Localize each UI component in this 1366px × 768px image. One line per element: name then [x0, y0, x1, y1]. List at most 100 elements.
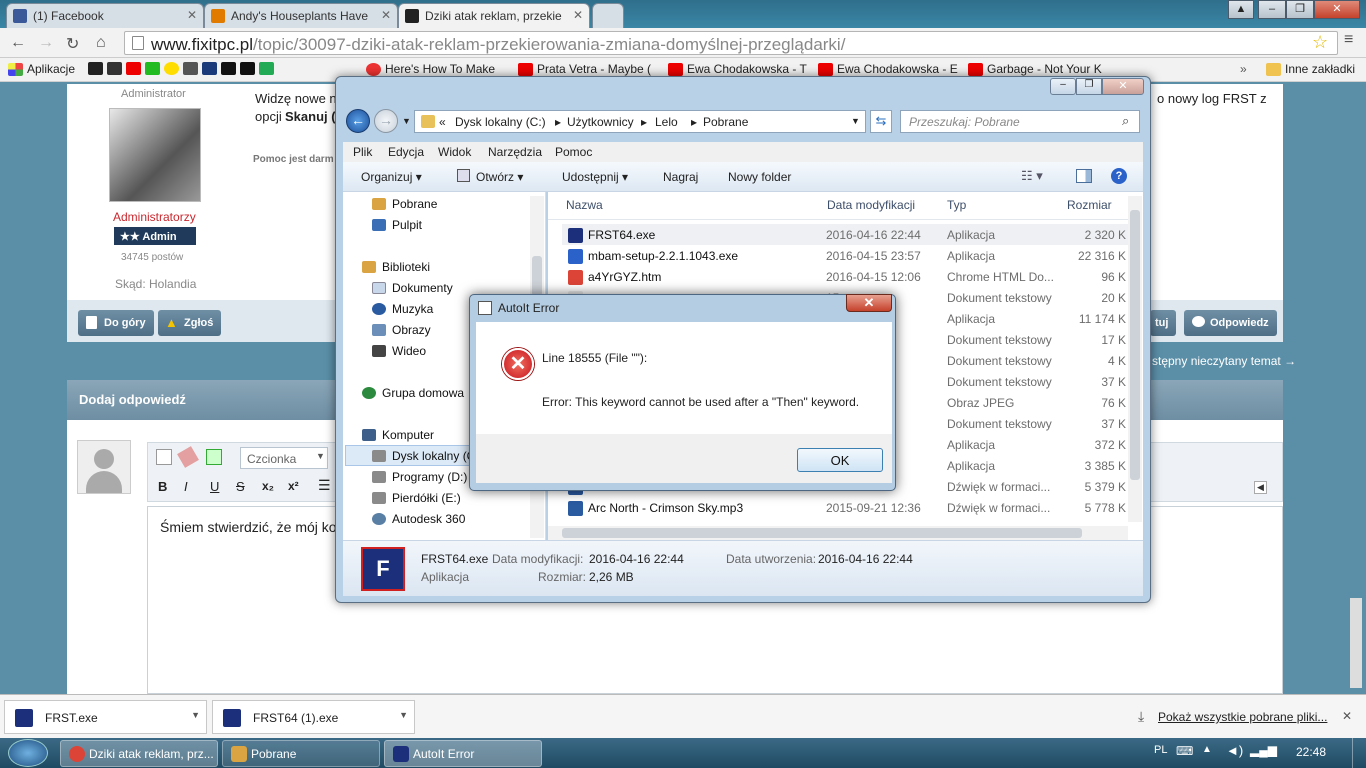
nav-scroll-thumb[interactable] — [532, 256, 542, 296]
collapse-left-icon[interactable]: ◀ — [1254, 481, 1267, 494]
reload-icon[interactable]: ↻ — [66, 34, 79, 54]
column-size[interactable]: Rozmiar — [1067, 198, 1112, 212]
file-row[interactable]: Arc North - Crimson Sky.mp3 2015-09-21 12… — [560, 497, 1130, 518]
bookmark-item[interactable]: Ewa Chodakowska - E — [818, 62, 958, 76]
other-bookmarks[interactable]: Inne zakładki — [1266, 62, 1355, 76]
bookmark-item[interactable]: Ewa Chodakowska - T — [668, 62, 807, 76]
paste-icon[interactable] — [206, 449, 222, 465]
list-icon[interactable]: ☰ — [318, 477, 331, 494]
tab-houseplants[interactable]: Andy's Houseplants Have ✕ — [204, 3, 398, 28]
close-tab-icon[interactable]: ✕ — [187, 8, 197, 22]
address-segment-drive[interactable]: Dysk lokalny (C:) — [455, 115, 546, 129]
minimize-button[interactable]: – — [1258, 0, 1286, 19]
view-options-icon[interactable]: ☷ ▾ — [1021, 168, 1043, 184]
subscript-icon[interactable]: x₂ — [262, 479, 274, 493]
explorer-address-bar[interactable]: « Dysk lokalny (C:) ▸ Użytkownicy ▸ Lelo… — [414, 110, 866, 133]
nav-item-videos[interactable]: Wideo — [372, 344, 426, 358]
open-button[interactable]: Otwórz ▾ — [476, 170, 523, 184]
show-desktop-button[interactable] — [1352, 738, 1366, 768]
menu-edit[interactable]: Edycja — [388, 145, 424, 159]
nav-item-music[interactable]: Muzyka — [372, 302, 433, 316]
file-list-vscrollbar[interactable] — [1128, 196, 1142, 522]
nav-item-homegroup[interactable]: Grupa domowa — [362, 386, 464, 400]
explorer-search-input[interactable]: Przeszukaj: Pobrane — [900, 110, 1140, 133]
address-segment-user[interactable]: Lelo — [655, 115, 678, 129]
recent-pages-chevron-icon[interactable]: ▼ — [402, 116, 411, 126]
back-arrow-icon[interactable]: ← — [10, 34, 26, 52]
dialog-close-button[interactable]: ✕ — [846, 294, 892, 312]
close-tab-icon[interactable]: ✕ — [381, 8, 391, 22]
new-tab-button[interactable] — [592, 3, 624, 28]
italic-icon[interactable]: I — [184, 479, 188, 494]
close-window-button[interactable]: ✕ — [1314, 0, 1360, 19]
new-folder-button[interactable]: Nowy folder — [728, 170, 791, 184]
tab-facebook[interactable]: (1) Facebook ✕ — [6, 3, 204, 28]
chevron-down-icon[interactable]: ▼ — [399, 710, 408, 720]
chevron-down-icon[interactable]: ▼ — [191, 710, 200, 720]
organize-button[interactable]: Organizuj ▾ — [361, 170, 422, 184]
nav-item-drive-c[interactable]: Dysk lokalny (C:) — [372, 449, 483, 463]
start-button[interactable] — [8, 739, 48, 767]
file-scroll-thumb[interactable] — [1130, 210, 1140, 480]
volume-icon[interactable]: ◄) — [1226, 743, 1243, 758]
column-name[interactable]: Nazwa — [566, 198, 603, 212]
report-button[interactable]: ▲ Zgłoś — [158, 310, 222, 336]
quote-button[interactable]: tuj — [1150, 310, 1177, 336]
menu-tools[interactable]: Narzędzia — [488, 145, 542, 159]
language-indicator[interactable]: PL — [1154, 744, 1167, 756]
close-tab-icon[interactable]: ✕ — [573, 8, 583, 22]
next-topic-link[interactable]: stępny nieczytany temat → — [1152, 354, 1296, 368]
nav-item-desktop[interactable]: Pulpit — [372, 218, 422, 232]
burn-button[interactable]: Nagraj — [663, 170, 698, 184]
avatar[interactable] — [109, 108, 201, 202]
explorer-maximize-button[interactable]: ❐ — [1076, 78, 1102, 95]
column-date[interactable]: Data modyfikacji — [827, 198, 915, 212]
file-list-hscrollbar[interactable] — [548, 526, 1128, 540]
taskbar-item-chrome[interactable]: Dziki atak reklam, prz... — [60, 740, 218, 767]
column-type[interactable]: Typ — [947, 198, 966, 212]
page-scrollbar[interactable] — [1350, 598, 1362, 688]
nav-item-documents[interactable]: Dokumenty — [372, 281, 453, 295]
user-icon[interactable]: ▲ — [1228, 0, 1254, 19]
forward-arrow-icon[interactable]: → — [38, 34, 54, 52]
explorer-forward-icon[interactable]: → — [374, 109, 398, 133]
network-icon[interactable]: ▂▄▆ — [1250, 743, 1277, 757]
nav-item-drive-e[interactable]: Pierdółki (E:) — [372, 491, 461, 505]
show-hidden-icons-icon[interactable]: ▲ — [1202, 744, 1212, 755]
bookmark-item[interactable]: Here's How To Make — [366, 62, 495, 76]
nav-item-computer[interactable]: Komputer — [362, 428, 434, 442]
bookmarks-overflow-icon[interactable]: » — [1240, 62, 1247, 76]
menu-help[interactable]: Pomoc — [555, 145, 592, 159]
show-all-downloads-link[interactable]: Pokaż wszystkie pobrane pliki... — [1158, 710, 1327, 724]
download-item-frst[interactable]: FRST.exe ▼ — [4, 700, 207, 734]
refresh-icon[interactable]: ⇆ — [870, 110, 892, 133]
reply-button[interactable]: Odpowiedz — [1184, 310, 1277, 336]
font-select[interactable]: Czcionka — [240, 447, 328, 469]
file-row[interactable]: mbam-setup-2.2.1.1043.exe 2016-04-15 23:5… — [560, 245, 1130, 266]
keyboard-icon[interactable]: ⌨ — [1176, 744, 1193, 758]
explorer-close-button[interactable]: ✕ — [1102, 78, 1144, 95]
explorer-back-icon[interactable]: ← — [346, 109, 370, 133]
bookmark-item[interactable]: Prata Vetra - Maybe ( — [518, 62, 651, 76]
menu-view[interactable]: Widok — [438, 145, 471, 159]
bookmark-icons-group[interactable] — [88, 62, 274, 75]
address-overflow[interactable]: « — [439, 115, 446, 129]
share-button[interactable]: Udostępnij ▾ — [562, 170, 628, 184]
nav-item-autodesk[interactable]: Autodesk 360 — [372, 512, 465, 526]
ok-button[interactable]: OK — [797, 448, 883, 472]
strikethrough-icon[interactable]: S — [236, 479, 245, 494]
underline-icon[interactable]: U — [210, 479, 219, 494]
restore-button[interactable]: ❐ — [1286, 0, 1314, 19]
bookmark-item[interactable]: Garbage - Not Your K — [968, 62, 1102, 76]
nav-item-libraries[interactable]: Biblioteki — [362, 260, 430, 274]
bold-icon[interactable]: B — [158, 479, 167, 494]
nav-item-downloads[interactable]: Pobrane — [372, 197, 437, 211]
go-top-button[interactable]: Do góry — [78, 310, 154, 336]
address-bar[interactable]: www.fixitpc.pl/topic/30097-dziki-atak-re… — [124, 31, 1338, 55]
file-hscroll-thumb[interactable] — [562, 528, 1082, 538]
superscript-icon[interactable]: x² — [288, 479, 299, 493]
star-icon[interactable]: ☆ — [1312, 32, 1328, 53]
close-downloads-icon[interactable]: ✕ — [1342, 709, 1352, 723]
eraser-icon[interactable] — [177, 446, 199, 468]
bookmark-apps[interactable]: Aplikacje — [8, 62, 75, 76]
